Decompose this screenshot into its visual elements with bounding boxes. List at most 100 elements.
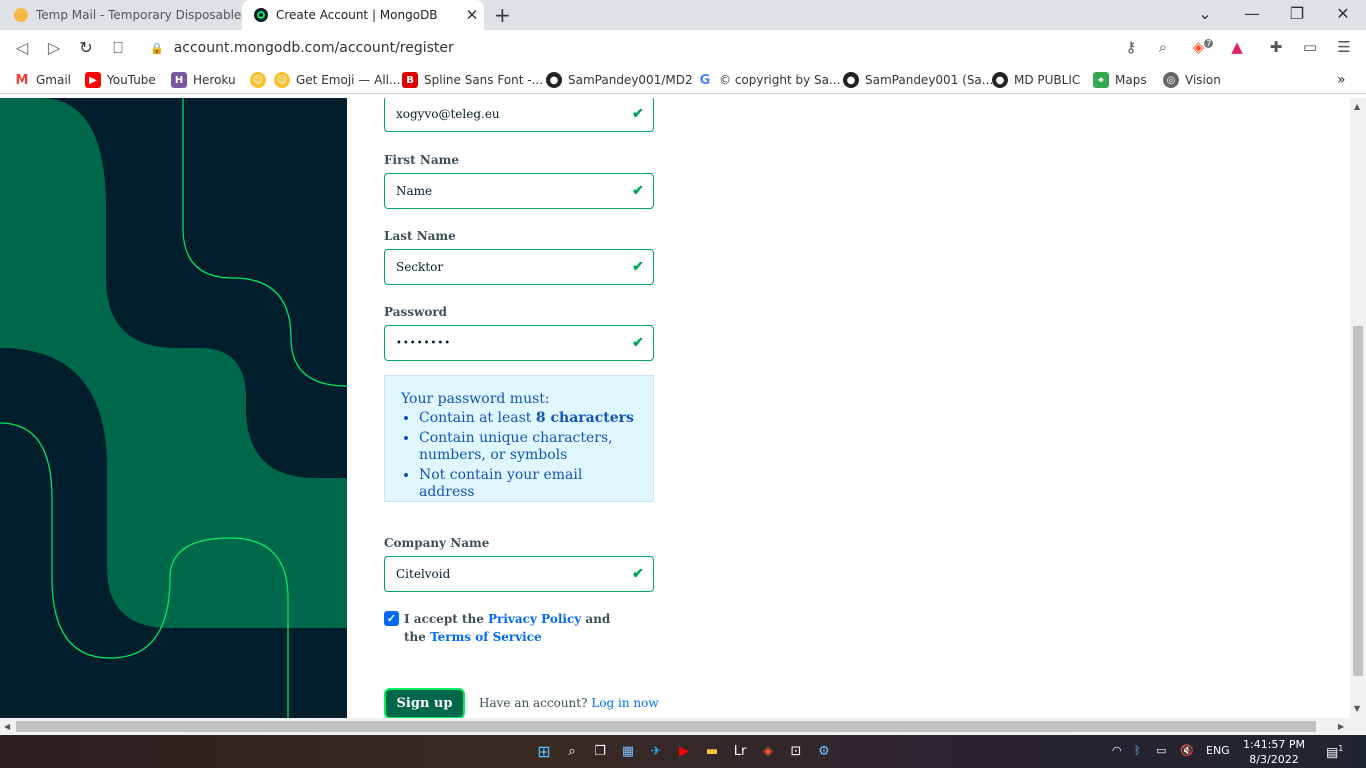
github-icon: ● xyxy=(992,72,1008,88)
bookmark-emoji-1[interactable]: ☺ xyxy=(250,72,272,88)
tab-title: Create Account | MongoDB xyxy=(276,8,438,22)
list-item: Not contain your email address xyxy=(419,467,641,501)
company-name-field[interactable]: Citelvoid ✔ xyxy=(384,556,654,592)
font-icon: B xyxy=(402,72,418,88)
tab-temp-mail[interactable]: Temp Mail - Temporary Disposable Em xyxy=(0,0,242,30)
tab-mongodb[interactable]: Create Account | MongoDB ✕ xyxy=(242,0,484,30)
first-name-label: First Name xyxy=(384,153,459,167)
gmail-icon: M xyxy=(15,72,29,88)
extensions-icon[interactable]: ✚ xyxy=(1265,38,1287,56)
page-viewport: xogyvo@teleg.eu ✔ First Name Name ✔ Last… xyxy=(0,98,1350,718)
password-requirements: Your password must: Contain at least 8 c… xyxy=(384,375,654,502)
bookmark-github-md2[interactable]: ● SamPandey001/MD2 xyxy=(546,72,693,88)
start-icon[interactable]: ⊞ xyxy=(534,742,554,762)
check-icon: ✔ xyxy=(632,335,644,351)
bookmark-github-sampandey[interactable]: ● SamPandey001 (Sa... xyxy=(843,72,993,88)
store-icon[interactable]: ⊡ xyxy=(786,742,806,762)
minimize-icon[interactable]: — xyxy=(1237,4,1267,23)
bookmark-heroku[interactable]: H Heroku xyxy=(171,72,236,88)
maps-icon: ⌖ xyxy=(1093,72,1109,88)
close-window-icon[interactable]: ✕ xyxy=(1328,4,1358,23)
bookmark-maps[interactable]: ⌖ Maps xyxy=(1093,72,1147,88)
tab-title: Temp Mail - Temporary Disposable Em xyxy=(36,8,242,22)
google-icon: G xyxy=(699,72,711,88)
more-bookmarks-icon[interactable]: » xyxy=(1337,72,1346,88)
bluetooth-icon[interactable]: ᛒ xyxy=(1134,744,1141,757)
clock[interactable]: 1:41:57 PM 8/3/2022 xyxy=(1238,737,1310,767)
volume-muted-icon[interactable]: 🔇 xyxy=(1180,744,1194,757)
zoom-icon[interactable]: ⌕ xyxy=(1152,38,1174,56)
scroll-right-icon[interactable]: ▶ xyxy=(1338,722,1344,731)
telegram-icon[interactable]: ✈ xyxy=(646,742,666,762)
widgets-icon[interactable]: ▦ xyxy=(618,742,638,762)
youtube-app-icon[interactable]: ▶ xyxy=(674,742,694,762)
privacy-policy-link[interactable]: Privacy Policy xyxy=(488,612,581,626)
emoji-icon: ☺ xyxy=(274,72,290,88)
bookmark-youtube[interactable]: ▶ YouTube xyxy=(85,72,156,88)
scroll-up-icon[interactable]: ▲ xyxy=(1354,102,1360,111)
scroll-left-icon[interactable]: ◀ xyxy=(4,722,10,731)
bookmark-vision[interactable]: ◎ Vision xyxy=(1163,72,1221,88)
battery-icon[interactable]: ▭ xyxy=(1156,744,1166,757)
restore-icon[interactable]: ❐ xyxy=(1282,4,1312,23)
forward-icon[interactable]: ▷ xyxy=(44,38,64,57)
globe-icon: ◎ xyxy=(1163,72,1179,88)
bookmark-gmail[interactable]: M Gmail xyxy=(14,72,71,88)
file-explorer-icon[interactable]: ▬ xyxy=(702,742,722,762)
task-view-icon[interactable]: ❐ xyxy=(590,742,610,762)
reload-icon[interactable]: ↻ xyxy=(76,38,96,57)
time-text: 1:41:57 PM xyxy=(1242,738,1306,751)
vertical-scroll-thumb[interactable] xyxy=(1353,326,1363,676)
company-name-label: Company Name xyxy=(384,536,490,550)
horizontal-scroll-thumb[interactable] xyxy=(16,721,1316,732)
password-field[interactable]: •••••••• ✔ xyxy=(384,325,654,361)
vertical-scrollbar[interactable]: ▲ ▼ xyxy=(1350,98,1366,718)
bookmark-icon[interactable]: ⎕ xyxy=(108,38,128,58)
tab-search-icon[interactable]: ⌄ xyxy=(1190,4,1220,23)
wifi-icon[interactable]: ◠ xyxy=(1112,744,1122,757)
last-name-field[interactable]: Secktor ✔ xyxy=(384,249,654,285)
brave-rewards-icon[interactable]: ▲ xyxy=(1226,38,1248,56)
mongodb-favicon-icon xyxy=(254,8,268,22)
log-in-link[interactable]: Log in now xyxy=(591,696,658,710)
language-indicator[interactable]: ENG xyxy=(1206,744,1230,757)
check-icon: ✔ xyxy=(632,106,644,122)
url-field[interactable]: 🔒 account.mongodb.com/account/register xyxy=(150,36,454,60)
lightroom-icon[interactable]: Lr xyxy=(730,742,750,762)
key-icon[interactable]: ⚷ xyxy=(1120,38,1142,56)
search-icon[interactable]: ⌕ xyxy=(562,742,582,762)
scroll-down-icon[interactable]: ▼ xyxy=(1354,704,1360,713)
brave-shields-icon[interactable]: ◈ 7 xyxy=(1192,38,1214,56)
first-name-field[interactable]: Name ✔ xyxy=(384,173,654,209)
terms-of-service-link[interactable]: Terms of Service xyxy=(430,630,542,644)
email-field[interactable]: xogyvo@teleg.eu ✔ xyxy=(384,98,654,132)
bookmark-get-emoji[interactable]: ☺ Get Emoji — All... xyxy=(274,72,400,88)
heroku-icon: H xyxy=(171,72,187,88)
control-panel-icon[interactable]: ⚙ xyxy=(814,742,834,762)
decorative-shapes xyxy=(0,98,347,718)
notification-icon[interactable]: ▤1 xyxy=(1326,744,1343,760)
new-tab-icon[interactable]: + xyxy=(494,3,511,27)
url-text: account.mongodb.com/account/register xyxy=(173,40,454,56)
menu-icon[interactable]: ☰ xyxy=(1333,38,1355,56)
check-icon: ✔ xyxy=(632,259,644,275)
back-icon[interactable]: ◁ xyxy=(12,38,32,57)
brave-badge: 7 xyxy=(1204,39,1214,48)
lock-icon: 🔒 xyxy=(150,41,164,55)
github-icon: ● xyxy=(546,72,562,88)
horizontal-scrollbar[interactable]: ◀ ▶ xyxy=(0,718,1366,735)
bookmark-spline-sans[interactable]: B Spline Sans Font -... xyxy=(402,72,543,88)
brave-taskbar-icon[interactable]: ◈ xyxy=(758,742,778,762)
youtube-icon: ▶ xyxy=(85,72,101,88)
wallet-icon[interactable]: ▭ xyxy=(1299,38,1321,56)
bookmark-md-public[interactable]: ● MD PUBLIC xyxy=(992,72,1080,88)
close-tab-icon[interactable]: ✕ xyxy=(460,6,484,24)
date-text: 8/3/2022 xyxy=(1249,753,1299,766)
sign-up-button[interactable]: Sign up xyxy=(384,688,465,718)
accept-checkbox[interactable]: ✓ xyxy=(384,611,399,626)
accept-terms: ✓ I accept the Privacy Policy and the Te… xyxy=(384,610,610,646)
decorative-panel xyxy=(0,98,347,718)
temp-mail-favicon-icon xyxy=(14,8,28,22)
bookmark-google[interactable]: G © copyright by Sa... xyxy=(697,72,841,88)
windows-taskbar: ⊞ ⌕ ❐ ▦ ✈ ▶ ▬ Lr ◈ ⊡ ⚙ ◠ ᛒ ▭ 🔇 ENG 1:41:… xyxy=(0,735,1366,768)
